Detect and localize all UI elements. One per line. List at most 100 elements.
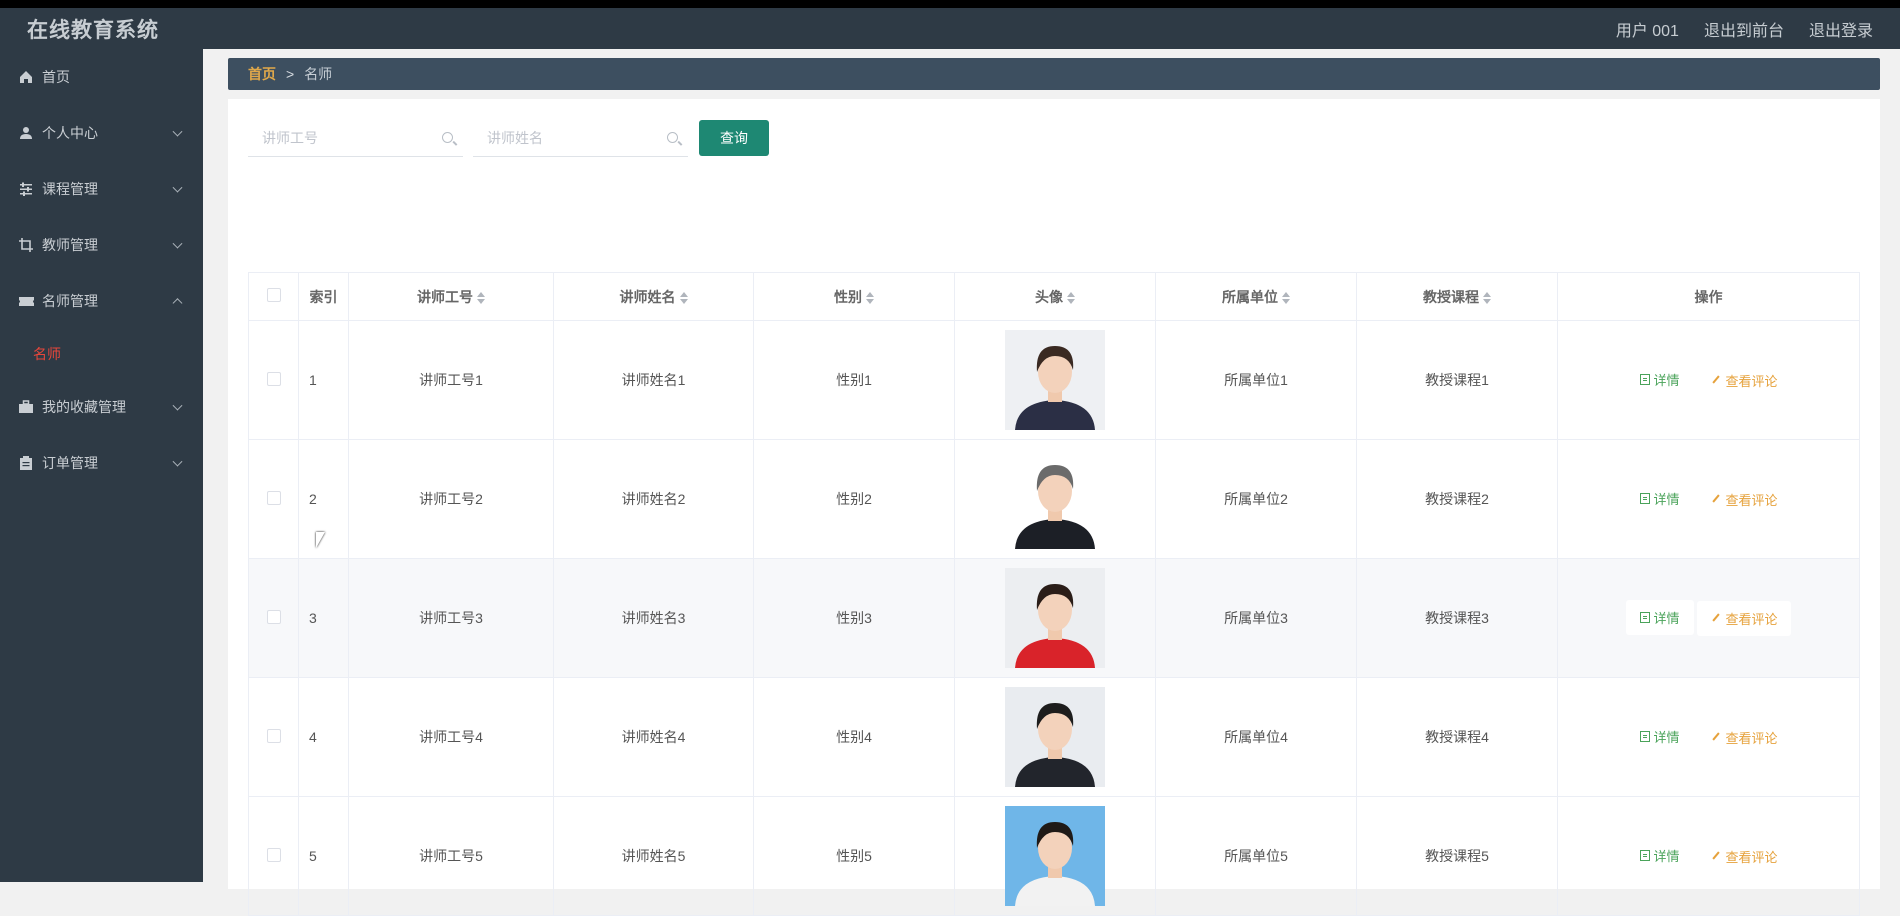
header-gender[interactable]: 性别 — [753, 272, 955, 321]
detail-button[interactable]: 详情 — [1626, 362, 1694, 397]
top-navbar: 在线教育系统 用户 001 退出到前台 退出登录 — [0, 0, 1900, 49]
row-select-cell — [248, 558, 299, 678]
header-unit[interactable]: 所属单位 — [1155, 272, 1357, 321]
header-course[interactable]: 教授课程 — [1356, 272, 1558, 321]
user-link[interactable]: 用户 001 — [1616, 17, 1679, 41]
row-avatar-cell — [954, 439, 1156, 559]
avatar[interactable] — [1005, 806, 1105, 906]
chevron-down-icon — [172, 400, 183, 411]
chevron-down-icon — [172, 126, 183, 137]
row-teacher-id: 讲师工号5 — [348, 796, 554, 916]
edit-icon — [1711, 851, 1721, 861]
view-comments-button[interactable]: 查看评论 — [1697, 720, 1791, 755]
row-actions: 详情 查看评论 — [1557, 320, 1860, 440]
teacher-id-input[interactable] — [262, 129, 432, 146]
table-row: 3 讲师工号3 讲师姓名3 性别3 所属单位3 教授课程3 详情 查看评论 — [248, 558, 1860, 678]
teacher-id-search — [248, 119, 463, 157]
detail-button[interactable]: 详情 — [1626, 838, 1694, 873]
header-index: 索引 — [298, 272, 349, 321]
row-checkbox[interactable] — [266, 371, 281, 386]
sidebar-item-label: 首页 — [42, 69, 70, 85]
row-index: 1 — [298, 320, 349, 440]
sort-icon[interactable] — [1067, 291, 1075, 304]
briefcase-icon — [18, 399, 34, 415]
sidebar-item-favorites[interactable]: 我的收藏管理 — [0, 379, 203, 435]
sidebar-item-course[interactable]: 课程管理 — [0, 161, 203, 217]
breadcrumb-current: 名师 — [304, 66, 333, 82]
row-course: 教授课程1 — [1356, 320, 1558, 440]
query-button[interactable]: 查询 — [699, 120, 769, 156]
row-teacher-id: 讲师工号1 — [348, 320, 554, 440]
view-comments-button[interactable]: 查看评论 — [1697, 482, 1791, 517]
header-teacher-id[interactable]: 讲师工号 — [348, 272, 554, 321]
row-gender: 性别1 — [753, 320, 955, 440]
breadcrumb: 首页 > 名师 — [228, 58, 1880, 90]
row-index: 5 — [298, 796, 349, 916]
sidebar-item-teacher[interactable]: 教师管理 — [0, 217, 203, 273]
sort-icon[interactable] — [679, 291, 688, 304]
row-course: 教授课程3 — [1356, 558, 1558, 678]
row-actions: 详情 查看评论 — [1557, 796, 1860, 916]
logout-link[interactable]: 退出登录 — [1809, 17, 1873, 41]
detail-button[interactable]: 详情 — [1626, 481, 1694, 516]
row-actions: 详情 查看评论 — [1557, 677, 1860, 797]
detail-button[interactable]: 详情 — [1626, 719, 1694, 754]
table-row: 2 讲师工号2 讲师姓名2 性别2 所属单位2 教授课程2 详情 查看评论 — [248, 439, 1860, 559]
avatar[interactable] — [1005, 568, 1105, 668]
document-icon — [1639, 612, 1650, 624]
crop-icon — [18, 237, 34, 253]
teacher-name-input[interactable] — [487, 129, 657, 146]
row-checkbox[interactable] — [266, 728, 281, 743]
detail-button[interactable]: 详情 — [1625, 600, 1694, 636]
avatar[interactable] — [1005, 330, 1105, 430]
row-gender: 性别2 — [753, 439, 955, 559]
select-all-checkbox[interactable] — [266, 288, 281, 302]
sort-icon[interactable] — [477, 291, 485, 304]
sliders-icon — [18, 181, 34, 197]
row-checkbox[interactable] — [266, 847, 281, 862]
sort-icon[interactable] — [866, 291, 874, 304]
row-unit: 所属单位5 — [1155, 796, 1357, 916]
document-icon — [1639, 493, 1650, 505]
table-header-row: 索引 讲师工号 讲师姓名 性别 头像 所属单位 教授课程 操作 — [248, 272, 1860, 321]
row-unit: 所属单位2 — [1155, 439, 1357, 559]
sidebar-item-orders[interactable]: 订单管理 — [0, 435, 203, 491]
row-avatar-cell — [954, 558, 1156, 678]
edit-icon — [1711, 375, 1721, 385]
document-icon — [1639, 731, 1650, 743]
table-row: 4 讲师工号4 讲师姓名4 性别4 所属单位4 教授课程4 详情 查看评论 — [248, 677, 1860, 797]
sidebar-item-label: 个人中心 — [42, 125, 98, 141]
row-teacher-name: 讲师姓名5 — [553, 796, 754, 916]
avatar[interactable] — [1005, 449, 1105, 549]
sidebar-item-home[interactable]: 首页 — [0, 49, 203, 105]
sort-icon[interactable] — [1282, 291, 1290, 304]
view-comments-button[interactable]: 查看评论 — [1697, 363, 1791, 398]
document-icon — [1639, 374, 1650, 386]
row-teacher-name: 讲师姓名1 — [553, 320, 754, 440]
row-actions: 详情 查看评论 — [1557, 558, 1860, 678]
clipboard-icon — [18, 455, 34, 471]
header-teacher-name[interactable]: 讲师姓名 — [553, 272, 754, 321]
row-index: 3 — [298, 558, 349, 678]
sidebar-item-profile[interactable]: 个人中心 — [0, 105, 203, 161]
sidebar-subitem-famous-teacher[interactable]: 名师 — [0, 329, 203, 379]
row-teacher-name: 讲师姓名2 — [553, 439, 754, 559]
ticket-icon — [18, 293, 34, 309]
chevron-up-icon — [172, 298, 183, 309]
row-select-cell — [248, 439, 299, 559]
row-checkbox[interactable] — [266, 490, 281, 505]
row-gender: 性别3 — [753, 558, 955, 678]
avatar[interactable] — [1005, 687, 1105, 787]
header-avatar[interactable]: 头像 — [954, 272, 1156, 321]
row-teacher-id: 讲师工号3 — [348, 558, 554, 678]
row-checkbox[interactable] — [266, 609, 281, 624]
view-comments-button[interactable]: 查看评论 — [1697, 600, 1792, 636]
back-to-front-link[interactable]: 退出到前台 — [1704, 17, 1784, 41]
sidebar-item-famous-teacher[interactable]: 名师管理 — [0, 273, 203, 329]
sort-icon[interactable] — [1483, 291, 1491, 304]
row-select-cell — [248, 677, 299, 797]
row-gender: 性别4 — [753, 677, 955, 797]
chevron-down-icon — [172, 182, 183, 193]
view-comments-button[interactable]: 查看评论 — [1697, 839, 1791, 874]
breadcrumb-home[interactable]: 首页 — [248, 64, 276, 84]
